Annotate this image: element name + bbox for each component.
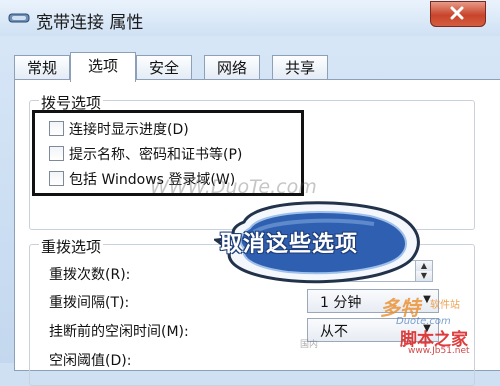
checkbox[interactable]: [49, 171, 64, 186]
redial-interval-value: 1 分钟: [320, 295, 362, 311]
idle-hangup-label: 挂断前的空闲时间(M):: [49, 324, 189, 340]
title-bar[interactable]: 宽带连接 属性: [0, 0, 500, 36]
checkbox-label: 提示名称、密码和证书等(P): [69, 147, 243, 163]
tab-general[interactable]: 常规: [14, 55, 70, 80]
window-title: 宽带连接 属性: [36, 13, 144, 33]
close-icon: [450, 6, 464, 20]
watermark-jb51-url: www.Jb51.net: [408, 346, 470, 356]
tab-sharing[interactable]: 共享: [272, 55, 328, 80]
idle-hangup-value: 从不: [320, 324, 348, 340]
tab-options[interactable]: 选项: [70, 52, 136, 82]
tab-strip: 常规 选项 安全 网络 共享: [14, 52, 494, 82]
tab-security[interactable]: 安全: [136, 55, 192, 80]
redial-count-label: 重拨次数(R):: [49, 267, 131, 283]
redial-options-title: 重拨选项: [39, 236, 104, 257]
checkbox[interactable]: [49, 121, 64, 136]
network-connection-icon: [8, 13, 30, 23]
watermark-duote: WWW.DuoTe.com: [150, 176, 317, 198]
callout-text: 取消这些选项: [220, 232, 359, 257]
idle-threshold-label: 空闲阈值(D):: [49, 353, 132, 369]
watermark-duote-logo-sub: 软件站: [430, 300, 460, 311]
checkbox[interactable]: [49, 146, 64, 161]
checkbox-label: 连接时显示进度(D): [69, 122, 189, 138]
watermark-guonei: 国内: [300, 340, 319, 350]
redial-interval-label: 重拨间隔(T):: [49, 295, 130, 311]
close-button[interactable]: [430, 1, 486, 27]
tab-networking[interactable]: 网络: [204, 55, 260, 80]
